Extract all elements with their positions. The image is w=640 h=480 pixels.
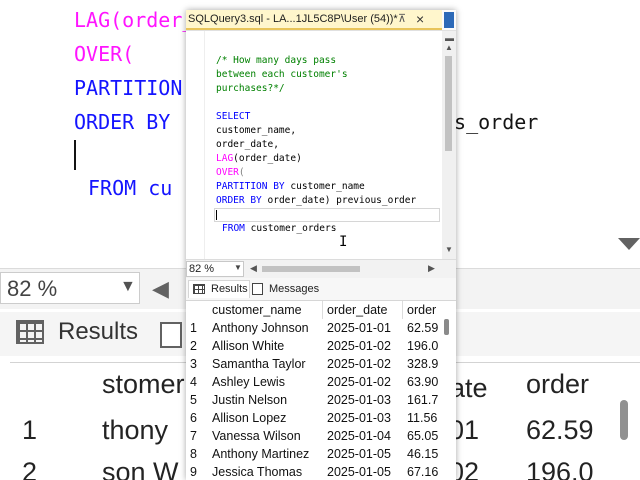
document-tabbar: SQLQuery3.sql - LA...1JL5C8P\User (54))*… [186, 10, 456, 31]
code-lag-argument: (order_date) [233, 153, 302, 164]
chevron-down-icon[interactable]: ▼ [234, 263, 242, 272]
cell-order-date[interactable]: 2025-01-02 [327, 339, 403, 353]
column-header-order-date[interactable]: order_date [323, 301, 403, 319]
code-partition-keyword: PARTITION BY [216, 181, 285, 192]
cell-previous-order[interactable]: 67.16 [407, 465, 441, 479]
code-orderby-line: ORDER BY order_date) previous_order [216, 195, 416, 206]
code-over-paren: ( [238, 167, 245, 178]
code-over-line: OVER( [216, 167, 245, 178]
cell-previous-order[interactable]: 161.7 [407, 393, 441, 407]
close-icon[interactable]: × [416, 11, 424, 27]
tab-overflow-button[interactable] [444, 12, 454, 28]
scroll-left-icon[interactable]: ◀ [250, 263, 257, 274]
current-line-highlight [214, 208, 440, 222]
scroll-down-icon[interactable]: ▼ [445, 245, 453, 254]
code-from-table: customer_orders [250, 223, 337, 234]
cell-order-date[interactable]: 2025-01-02 [327, 357, 403, 371]
cell-customer-name[interactable]: Vanessa Wilson [212, 429, 322, 443]
tab-messages[interactable]: Messages [269, 283, 319, 295]
query-window: SQLQuery3.sql - LA...1JL5C8P\User (54))*… [186, 10, 456, 480]
cell-order-date[interactable]: 2025-01-02 [327, 375, 403, 389]
column-header-previous-order[interactable]: order [403, 301, 443, 319]
cell-previous-order[interactable]: 46.15 [407, 447, 441, 461]
cell-customer-name[interactable]: Ashley Lewis [212, 375, 322, 389]
editor-scroll-thumb[interactable] [445, 56, 452, 151]
code-orderby-keyword: ORDER BY [216, 195, 262, 206]
cell-previous-order[interactable]: 11.56 [407, 411, 441, 425]
code-select-keyword: SELECT [216, 111, 251, 122]
editor-gutter [186, 31, 205, 259]
code-from-keyword: FROM [222, 223, 245, 234]
text-caret [216, 210, 217, 220]
code-orderby-rest: order_date) previous_order [267, 195, 417, 206]
tab-sqlquery3[interactable]: SQLQuery3.sql - LA...1JL5C8P\User (54))*… [186, 10, 442, 30]
grid-icon [193, 284, 205, 294]
cell-customer-name[interactable]: Allison Lopez [212, 411, 322, 425]
scroll-right-icon[interactable]: ▶ [428, 263, 435, 274]
cell-customer-name[interactable]: Jessica Thomas [212, 465, 322, 479]
sql-editor[interactable]: /* How many days pass between each custo… [186, 31, 456, 259]
cell-previous-order[interactable]: 196.0 [407, 339, 441, 353]
cell-order-date[interactable]: 2025-01-01 [327, 321, 403, 335]
cell-customer-name[interactable]: Justin Nelson [212, 393, 322, 407]
cell-previous-order[interactable]: 63.90 [407, 375, 441, 389]
grid-scroll-thumb[interactable] [444, 319, 449, 335]
code-partition-line: PARTITION BY customer_name [216, 181, 365, 192]
scroll-up-icon[interactable]: ▲ [445, 43, 453, 52]
code-comment-line: /* How many days pass [216, 55, 337, 66]
cell-order-date[interactable]: 2025-01-05 [327, 447, 403, 461]
code-from-line: FROM customer_orders [222, 223, 336, 234]
cell-previous-order[interactable]: 65.05 [407, 429, 441, 443]
code-column-customer: customer_name, [216, 125, 297, 136]
cell-customer-name[interactable]: Anthony Johnson [212, 321, 322, 335]
tab-results[interactable]: Results [188, 280, 250, 298]
code-lag-function: LAG [216, 153, 234, 164]
messages-icon[interactable] [252, 283, 263, 295]
cell-order-date[interactable]: 2025-01-04 [327, 429, 403, 443]
pin-icon[interactable]: ⊼ [398, 12, 406, 25]
code-over-function: OVER [216, 167, 239, 178]
results-grid[interactable]: customer_name order_date order 1 Anthony… [186, 301, 456, 480]
code-comment-line: between each customer's [216, 69, 348, 80]
cell-order-date[interactable]: 2025-01-03 [327, 393, 403, 407]
ibeam-cursor-icon: I [339, 234, 348, 250]
tab-title: SQLQuery3.sql - LA...1JL5C8P\User (54))* [188, 13, 398, 25]
column-header-customer-name[interactable]: customer_name [212, 301, 323, 319]
cell-customer-name[interactable]: Anthony Martinez [212, 447, 322, 461]
code-comment-line: purchases?*/ [216, 83, 285, 94]
horizontal-scroll-thumb[interactable] [262, 266, 360, 272]
split-icon[interactable]: ▬ [445, 33, 454, 43]
code-column-order-date: order_date, [216, 139, 279, 150]
cell-previous-order[interactable]: 328.9 [407, 357, 441, 371]
cell-customer-name[interactable]: Samantha Taylor [212, 357, 322, 371]
editor-status-bar: 82 % ▼ ◀ ▶ [186, 259, 456, 278]
cell-order-date[interactable]: 2025-01-03 [327, 411, 403, 425]
cell-order-date[interactable]: 2025-01-05 [327, 465, 403, 479]
code-partition-column: customer_name [290, 181, 365, 192]
tab-results-label: Results [211, 283, 248, 295]
cell-customer-name[interactable]: Allison White [212, 339, 322, 353]
results-tabbar: Results Messages [186, 278, 456, 301]
code-lag-line: LAG(order_date) [216, 153, 302, 164]
cell-previous-order[interactable]: 62.59 [407, 321, 441, 335]
